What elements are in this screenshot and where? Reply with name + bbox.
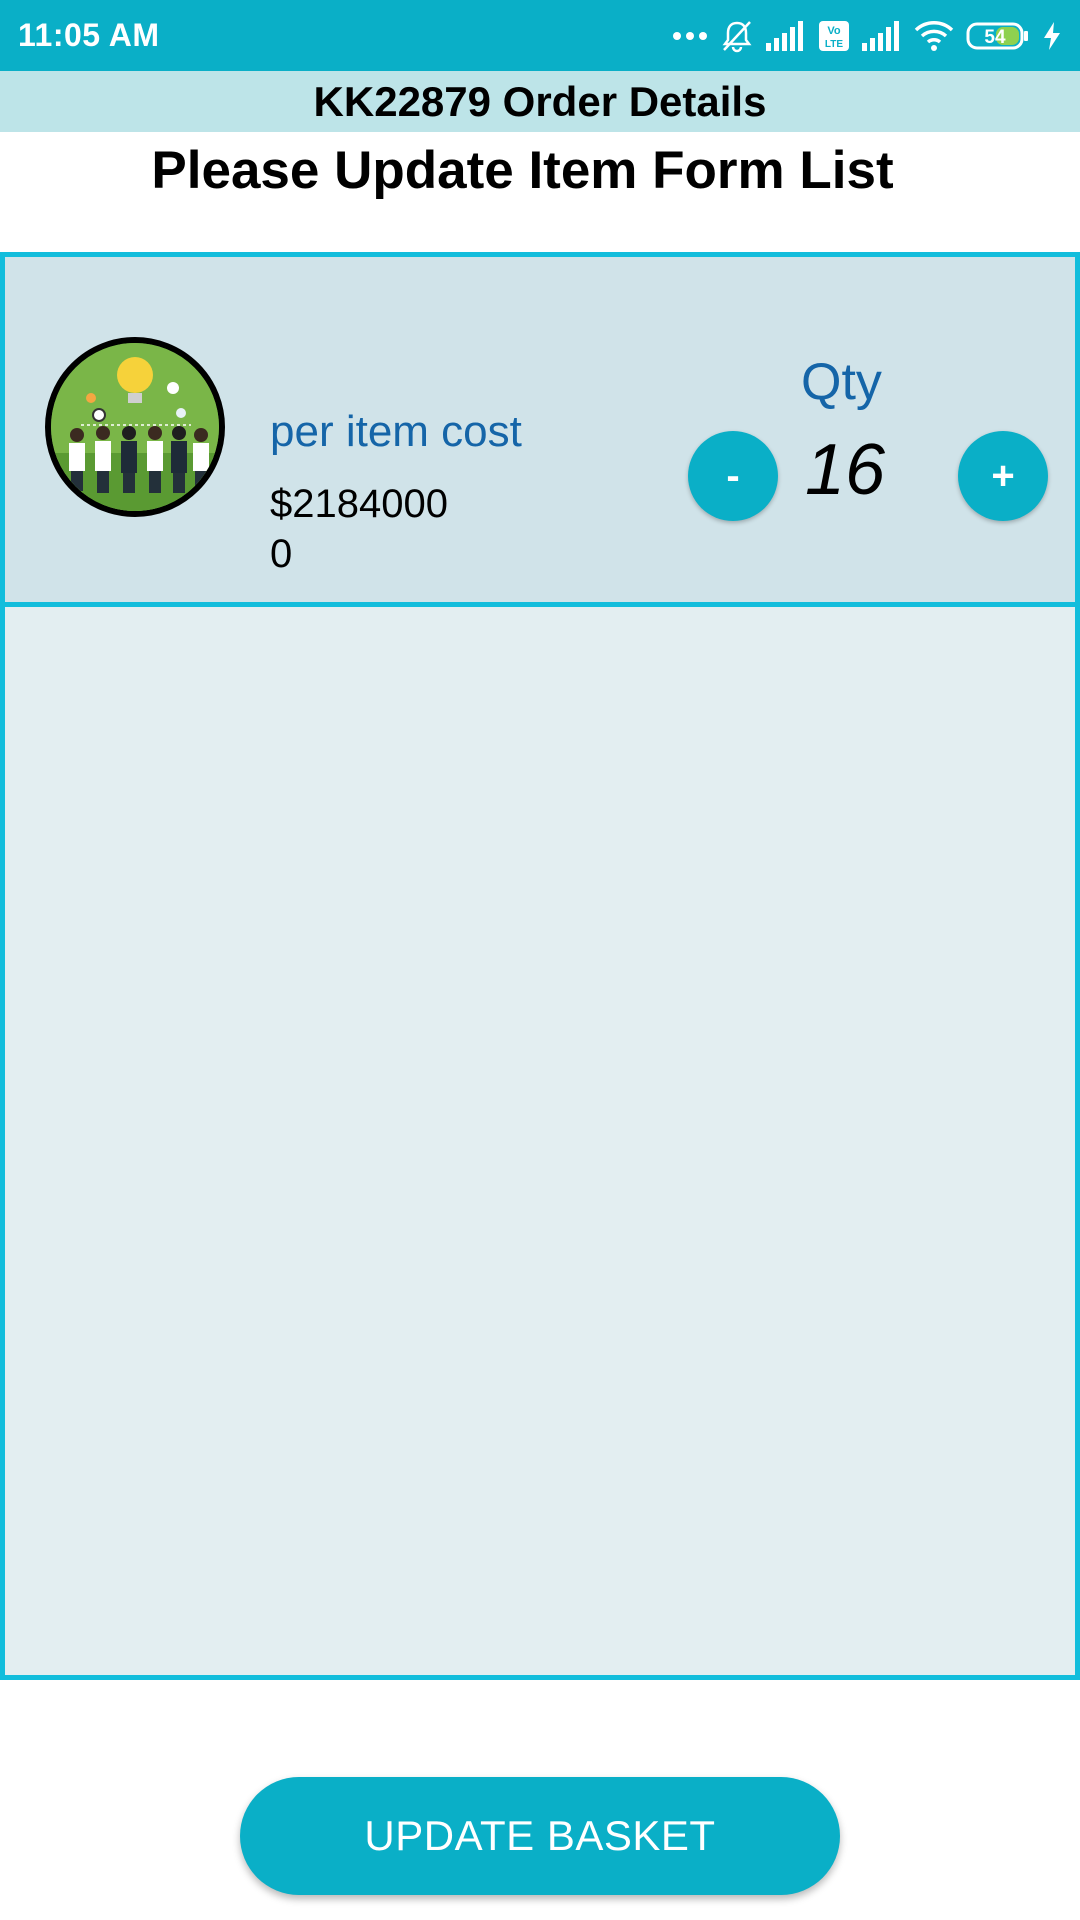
status-time: 11:05 AM — [18, 17, 160, 53]
item-list[interactable]: per item cost $21840000 Qty - 16 + — [0, 252, 1080, 1680]
app-screen: 11:05 AM Vo LTE 54 KK22879 Order Details… — [0, 0, 1080, 1920]
increase-qty-button[interactable]: + — [958, 431, 1048, 521]
bell-muted-icon — [720, 19, 754, 53]
cost-value: $21840000 — [270, 482, 448, 576]
signal-icon — [862, 20, 902, 51]
svg-text:LTE: LTE — [825, 39, 843, 50]
battery-icon: 54 — [966, 21, 1030, 51]
order-title: KK22879 Order Details — [313, 77, 767, 125]
svg-text:Vo: Vo — [827, 25, 841, 37]
more-dots-icon — [672, 30, 708, 42]
qty-label: Qty — [801, 353, 882, 411]
status-icons: Vo LTE 54 — [672, 19, 1062, 53]
page-heading: Please Update Item Form List — [151, 141, 894, 200]
signal-icon — [766, 20, 806, 51]
cost-label: per item cost — [270, 407, 522, 456]
volte-icon: Vo LTE — [818, 20, 850, 52]
title-bar: KK22879 Order Details — [0, 71, 1080, 132]
charging-icon — [1042, 21, 1062, 51]
battery-level: 54 — [984, 27, 1006, 48]
update-basket-button[interactable]: UPDATE BASKET — [240, 1777, 840, 1895]
item-image — [45, 337, 225, 517]
wifi-icon — [914, 20, 954, 52]
list-item: per item cost $21840000 Qty - 16 + — [5, 257, 1075, 607]
qty-value: 16 — [805, 430, 886, 510]
decrease-qty-button[interactable]: - — [688, 431, 778, 521]
status-bar: 11:05 AM Vo LTE 54 — [0, 0, 1080, 71]
